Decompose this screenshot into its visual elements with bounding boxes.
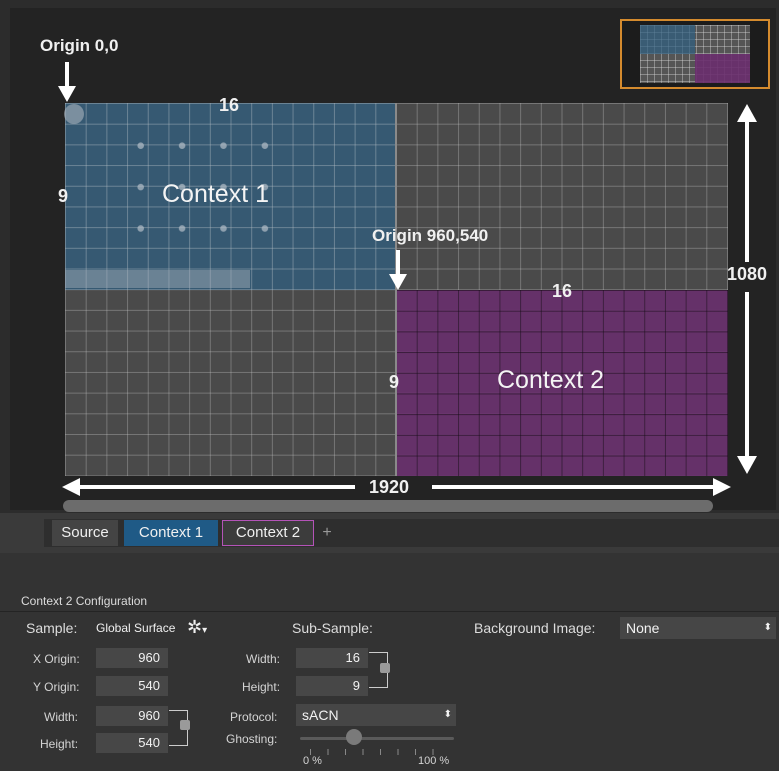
dimension-arrows <box>58 62 757 496</box>
width-dimension-label: 1920 <box>369 477 410 497</box>
ghosting-min-label: 0 % <box>303 755 322 767</box>
mapping-canvas[interactable]: Origin 0,0 16 9 Context 1 Origin 960,540… <box>0 0 779 513</box>
lock-icon[interactable] <box>180 720 190 730</box>
sub-width-field[interactable]: 16 <box>296 648 368 668</box>
plus-icon: + <box>322 524 332 541</box>
gear-icon[interactable]: ✲▾ <box>187 617 207 638</box>
x-origin-field[interactable]: 960 <box>96 648 168 668</box>
ghosting-slider-track[interactable] <box>300 737 454 740</box>
sub-lock-icon[interactable] <box>380 663 390 673</box>
width-field[interactable]: 960 <box>96 706 168 726</box>
config-title: Context 2 Configuration <box>21 594 148 608</box>
protocol-label: Protocol: <box>230 710 278 724</box>
stepper-icon: ⬍ <box>443 709 452 720</box>
height-label: Height: <box>40 737 79 751</box>
bg-image-select[interactable]: None ⬍ <box>620 617 776 639</box>
width-label: Width: <box>44 710 79 724</box>
protocol-select[interactable]: sACN ⬍ <box>296 704 456 726</box>
context-2-cols-label: 16 <box>552 281 573 301</box>
config-divider <box>0 611 779 612</box>
sample-label: Sample: <box>26 620 78 636</box>
origin-0-label: Origin 0,0 <box>40 36 119 55</box>
context-1-cols-label: 16 <box>219 95 240 115</box>
y-origin-label: Y Origin: <box>33 680 80 694</box>
context-1-label: Context 1 <box>162 180 270 208</box>
context-2-label: Context 2 <box>497 366 605 394</box>
sample-value[interactable]: Global Surface <box>96 621 175 635</box>
height-dimension-label: 1080 <box>727 264 768 284</box>
sub-width-label: Width: <box>246 652 281 666</box>
add-tab-button[interactable]: + <box>318 520 336 546</box>
bg-image-value: None <box>626 620 660 636</box>
height-field[interactable]: 540 <box>96 733 168 753</box>
ghosting-label: Ghosting: <box>226 732 278 746</box>
x-origin-label: X Origin: <box>33 652 80 666</box>
y-origin-field[interactable]: 540 <box>96 676 168 696</box>
origin-960-label: Origin 960,540 <box>372 226 489 245</box>
tab-context-1[interactable]: Context 1 <box>124 520 218 546</box>
context-2-rows-label: 9 <box>389 372 400 392</box>
protocol-value: sACN <box>302 707 339 723</box>
tab-source[interactable]: Source <box>52 520 118 546</box>
tab-context-2[interactable]: Context 2 <box>222 520 314 546</box>
ghosting-slider-knob[interactable] <box>345 729 362 745</box>
context-1-rows-label: 9 <box>58 186 69 206</box>
sub-height-field[interactable]: 9 <box>296 676 368 696</box>
stepper-icon: ⬍ <box>763 622 772 633</box>
subsample-label: Sub-Sample: <box>292 620 373 636</box>
horizontal-scrollbar[interactable] <box>63 500 713 512</box>
sub-height-label: Height: <box>242 680 281 694</box>
bg-image-label: Background Image: <box>474 620 596 636</box>
ghosting-max-label: 100 % <box>418 755 450 767</box>
